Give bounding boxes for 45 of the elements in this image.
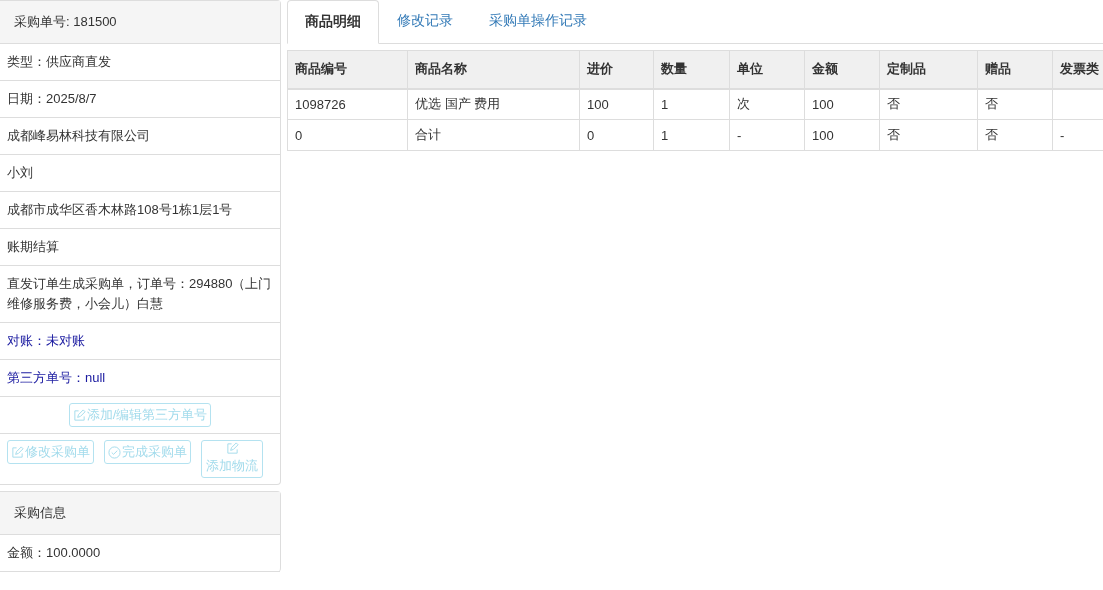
column-header: 定制品 [879, 50, 978, 89]
tab[interactable]: 商品明细 [287, 0, 379, 44]
table-cell: 否 [985, 127, 998, 142]
table-cell: 1 [661, 96, 669, 112]
table-cell: 优选 国产 费用 [415, 96, 501, 112]
tab[interactable]: 采购单操作记录 [471, 0, 605, 44]
column-header: 商品名称 [407, 50, 580, 89]
table-cell: 0 [587, 127, 595, 143]
info-row: 第三方单号：null [0, 360, 280, 397]
table-cell: 否 [887, 127, 900, 142]
info-row: 金额：100.0000 [0, 535, 280, 572]
column-header: 发票类 [1052, 50, 1103, 89]
info-row: 小刘 [0, 155, 280, 192]
table-cell: 1 [661, 127, 669, 143]
column-header: 赠品 [977, 50, 1053, 89]
column-header: 金额 [804, 50, 880, 89]
edit-icon [225, 442, 239, 455]
table-cell: 合计 [415, 127, 441, 142]
info-row: 直发订单生成采购单，订单号：294880（上门维修服务费，小会儿）白慧 [0, 266, 280, 323]
info-row: 对账：未对账 [0, 323, 280, 360]
table-cell: 100 [587, 96, 609, 112]
table-cell: 100 [812, 127, 834, 143]
table-cell: 1098726 [295, 96, 346, 112]
info-row: 账期结算 [0, 229, 280, 266]
edit-icon [11, 445, 24, 459]
table-cell: 次 [737, 96, 750, 112]
table-cell: - [737, 127, 742, 143]
table-cell: 否 [887, 96, 900, 112]
check-circle-icon [108, 445, 121, 459]
column-header: 进价 [579, 50, 654, 89]
panel-title: 采购信息 [0, 492, 280, 535]
info-row: 成都峰易林科技有限公司 [0, 118, 280, 155]
info-row: 成都市成华区香木林路108号1栋1层1号 [0, 192, 280, 229]
edit-icon [72, 408, 86, 422]
info-row: 类型：供应商直发 [0, 44, 280, 81]
panel-title: 采购单号: 181500 [0, 1, 280, 44]
table-cell: 0 [295, 127, 303, 143]
column-header: 单位 [729, 50, 805, 89]
table-cell: 100 [812, 96, 834, 112]
table-cell: 否 [985, 96, 998, 112]
table-cell: - [1060, 127, 1065, 143]
column-header: 商品编号 [287, 50, 408, 89]
info-row: 日期：2025/8/7 [0, 81, 280, 118]
column-header: 数量 [653, 50, 730, 89]
tab[interactable]: 修改记录 [379, 0, 471, 44]
